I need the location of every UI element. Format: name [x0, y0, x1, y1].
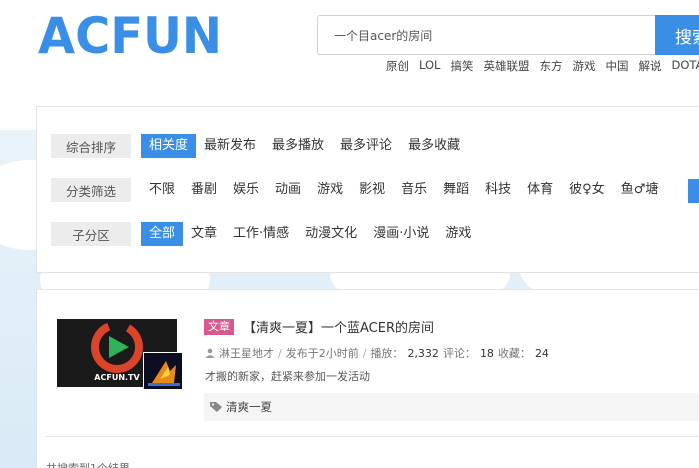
- plays-label: 播放：: [370, 347, 404, 360]
- sort-option-newest[interactable]: 最新发布: [196, 134, 264, 158]
- subarea-option[interactable]: 动漫文化: [297, 222, 365, 246]
- acfun-logo[interactable]: ACFUN: [38, 7, 224, 65]
- comments-label: 评论：: [442, 347, 476, 360]
- hot-link[interactable]: 游戏: [572, 58, 595, 74]
- author-avatar[interactable]: [143, 352, 183, 390]
- article-badge: 文章: [204, 319, 234, 335]
- search-button[interactable]: 搜索: [655, 15, 699, 55]
- meta-separator: /: [278, 346, 282, 360]
- result-tag[interactable]: 清爽一夏: [226, 399, 272, 415]
- meta-separator: /: [362, 346, 367, 360]
- category-option[interactable]: 音乐: [393, 178, 435, 202]
- category-option[interactable]: 舞蹈: [435, 178, 477, 202]
- sort-label: 综合排序: [51, 134, 131, 158]
- hot-link[interactable]: 东方: [539, 58, 562, 74]
- sort-option-most-favorites[interactable]: 最多收藏: [400, 134, 468, 158]
- subarea-row: 子分区 全部 文章 工作·情感 动漫文化 漫画·小说 游戏: [51, 222, 479, 246]
- subarea-option[interactable]: 文章: [183, 222, 225, 246]
- hot-link[interactable]: 解说: [638, 58, 661, 74]
- hot-link[interactable]: 英雄联盟: [483, 58, 529, 74]
- hot-link[interactable]: 搞笑: [450, 58, 473, 74]
- sort-option-most-played[interactable]: 最多播放: [264, 134, 332, 158]
- plays-count: 2,332: [407, 346, 439, 360]
- category-label: 分类筛选: [51, 178, 131, 202]
- filter-panel: 综合排序 相关度 最新发布 最多播放 最多评论 最多收藏 分类筛选 不限 番剧 …: [36, 106, 699, 273]
- category-option[interactable]: 不限: [141, 178, 183, 202]
- category-option[interactable]: 影视: [351, 178, 393, 202]
- comments-count: 18: [479, 346, 494, 360]
- user-icon: [205, 348, 215, 358]
- result-description: 才搬的新家，赶紧来参加一发活动: [205, 370, 370, 383]
- result-count: 共搜索到1个结果: [46, 460, 130, 468]
- search-input[interactable]: [318, 16, 657, 54]
- category-option[interactable]: 番剧: [183, 178, 225, 202]
- category-option[interactable]: 鱼♂塘: [613, 178, 667, 202]
- result-tags: 清爽一夏: [204, 393, 699, 421]
- subarea-option[interactable]: 工作·情感: [225, 222, 297, 246]
- category-option[interactable]: 科技: [477, 178, 519, 202]
- subarea-option-all[interactable]: 全部: [141, 222, 184, 246]
- category-option[interactable]: 动画: [267, 178, 309, 202]
- hot-link[interactable]: 中国: [605, 58, 628, 74]
- category-option[interactable]: 体育: [519, 178, 561, 202]
- hot-link[interactable]: 原创: [386, 58, 409, 74]
- thumb-brand-text: ACFUN.TV: [94, 373, 140, 382]
- sort-option-relevance[interactable]: 相关度: [141, 134, 197, 158]
- search-button-label: 搜索: [675, 27, 699, 48]
- category-option[interactable]: 娱乐: [225, 178, 267, 202]
- result-title[interactable]: 【清爽一夏】一个蓝ACER的房间: [243, 317, 434, 336]
- logo-text: ACFUN: [38, 8, 222, 58]
- category-option-overflow[interactable]: [688, 179, 699, 203]
- subarea-option[interactable]: 游戏: [437, 222, 479, 246]
- favorites-count: 24: [534, 346, 549, 360]
- result-meta: 淋王星地才 / 发布于2小时前 / 播放： 2,332 评论： 18 收藏： 24: [205, 345, 549, 361]
- category-option[interactable]: 彼♀女: [561, 178, 613, 202]
- category-option[interactable]: 游戏: [309, 178, 351, 202]
- search-box[interactable]: [317, 15, 657, 55]
- hot-link[interactable]: LOL: [419, 58, 440, 74]
- author-name[interactable]: 淋王星地才: [219, 345, 274, 361]
- hot-link[interactable]: DOTA: [671, 58, 699, 74]
- tag-icon: [210, 402, 222, 412]
- sort-row: 综合排序 相关度 最新发布 最多播放 最多评论 最多收藏: [51, 134, 468, 158]
- sort-option-most-comments[interactable]: 最多评论: [332, 134, 400, 158]
- subarea-label: 子分区: [51, 222, 131, 246]
- result-divider: [46, 436, 699, 437]
- subarea-option[interactable]: 漫画·小说: [365, 222, 437, 246]
- category-row: 分类筛选 不限 番剧 娱乐 动画 游戏 影视 音乐 舞蹈 科技 体育 彼♀女 鱼…: [51, 178, 666, 202]
- hot-search-links: 原创 LOL 搞笑 英雄联盟 东方 游戏 中国 解说 DOTA: [386, 58, 699, 74]
- favorites-label: 收藏：: [497, 347, 531, 360]
- publish-time: 发布于2小时前: [285, 347, 359, 360]
